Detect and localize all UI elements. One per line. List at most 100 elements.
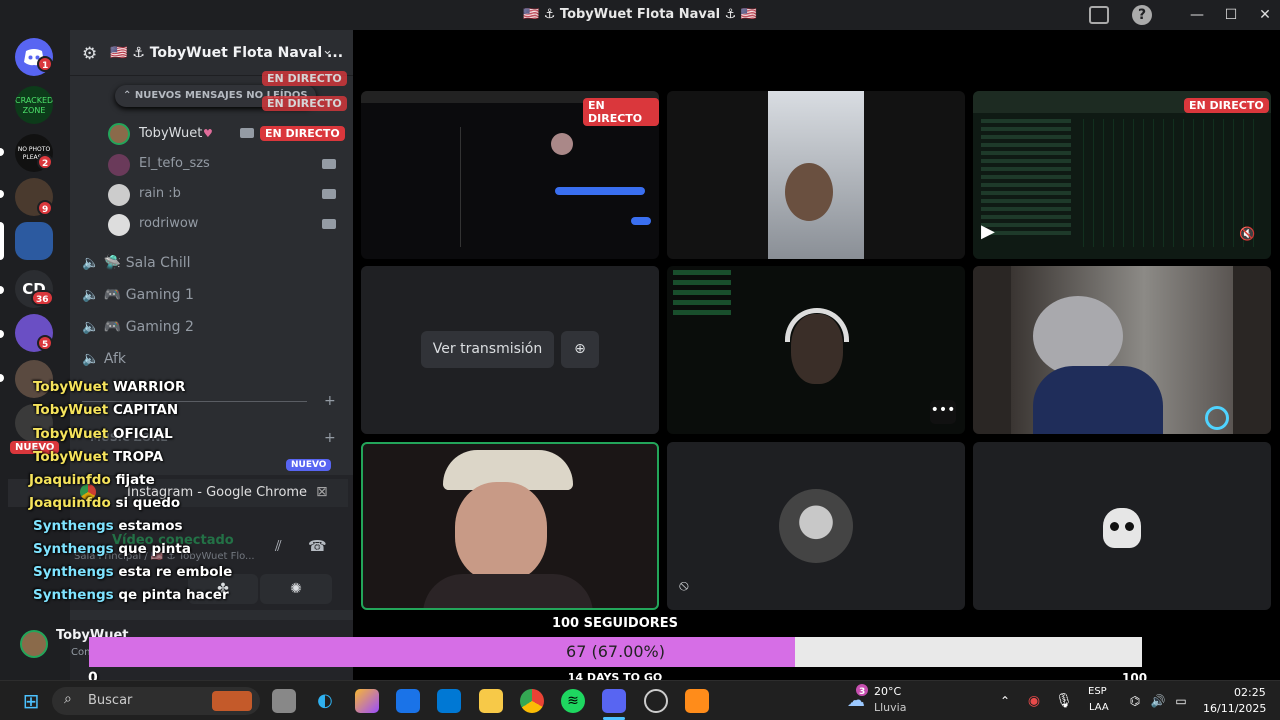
video-tile-camera-2[interactable] — [667, 91, 965, 259]
pip-close-icon[interactable]: ⊠ — [316, 484, 328, 500]
file-explorer-icon[interactable] — [479, 689, 503, 713]
obs-icon[interactable] — [644, 689, 668, 713]
gear-icon[interactable]: ⚙ — [82, 44, 97, 64]
maximize-button[interactable]: ☐ — [1220, 4, 1242, 26]
voice-member-name[interactable]: TobyWuet — [139, 122, 202, 146]
inbox-icon[interactable] — [1089, 6, 1109, 24]
chat-user: TobyWuet — [33, 379, 109, 395]
server-name: 🇺🇸 ⚓ TobyWuet Flota Naval ... — [110, 45, 344, 61]
mute-icon[interactable]: 🔇 — [1239, 227, 1255, 242]
unread-pill — [0, 190, 4, 198]
store-icon[interactable] — [437, 689, 461, 713]
skull-eye — [1110, 522, 1119, 531]
unread-pill — [0, 330, 4, 338]
camera-off-icon: ⦸ — [679, 576, 689, 594]
chevron-down-icon[interactable]: ⌄ — [322, 43, 333, 58]
guild-cracked-zone[interactable]: CRACKED ZONE — [15, 86, 53, 124]
help-icon[interactable]: ? — [1132, 5, 1152, 25]
chat-line: TobyWuet TROPA — [33, 449, 163, 465]
watch-stream-button[interactable]: Ver transmisión — [421, 331, 554, 368]
server-header[interactable]: ⚙ 🇺🇸 ⚓ TobyWuet Flota Naval ... ⌄ — [70, 30, 353, 76]
watch-add-button[interactable]: ⊕ — [561, 331, 599, 368]
chat-line: Synthengs que pinta — [33, 541, 191, 557]
fl-studio-icon[interactable] — [685, 689, 709, 713]
chrome-icon[interactable] — [520, 689, 544, 713]
video-tile-avatar-9[interactable] — [973, 442, 1271, 610]
video-icon — [322, 159, 336, 169]
search-highlight-icon — [212, 691, 252, 711]
avatar[interactable] — [20, 630, 48, 658]
play-icon[interactable]: ▶ — [981, 221, 995, 242]
skull-icon — [1103, 508, 1141, 548]
video-tile-hidden-stream[interactable]: Ver transmisión ⊕ — [361, 266, 659, 434]
voice-member-name[interactable]: rodriwow — [139, 212, 198, 236]
video-tile-stream-3[interactable]: EN DIRECTO ▶ 🔇 — [973, 91, 1271, 259]
weather-desc: Lluvia — [874, 701, 907, 714]
title-bar: 🇺🇸 ⚓ TobyWuet Flota Naval ⚓ 🇺🇸 ? — ☐ ✕ — [0, 0, 1280, 30]
voice-channel-afk[interactable]: 🔈 Afk — [82, 347, 126, 371]
plus-icon[interactable]: + — [324, 430, 336, 446]
channel-label: Afk — [103, 351, 127, 367]
windows-start-icon[interactable]: ⊞ — [19, 689, 43, 713]
language-code[interactable]: ESP — [1088, 686, 1107, 697]
video-tile-avatar-8[interactable]: ⦸ — [667, 442, 965, 610]
speaker-icon: 🔈 — [82, 255, 104, 271]
keyboard-layout[interactable]: LAA — [1089, 702, 1109, 713]
minimize-button[interactable]: — — [1186, 4, 1208, 26]
clock-time[interactable]: 02:25 — [1234, 686, 1266, 699]
chat-line: Joaquinfdo si quedo — [29, 495, 180, 511]
soundboard-button[interactable]: ✺ — [260, 574, 332, 604]
chat-user: Joaquinfdo — [29, 495, 111, 511]
clock-date[interactable]: 16/11/2025 — [1203, 702, 1266, 715]
microphone-icon[interactable]: 🎙 — [1052, 689, 1076, 713]
voice-channel-sala-chill[interactable]: 🔈 🛸 Sala Chill — [82, 251, 190, 275]
edge-icon[interactable]: ◐ — [313, 689, 337, 713]
outlook-icon[interactable] — [396, 689, 420, 713]
chat-user: Synthengs — [33, 541, 114, 557]
video-tile-self-camera[interactable] — [361, 442, 659, 610]
search-placeholder: Buscar — [88, 693, 133, 708]
chat-user: Joaquinfdo — [29, 472, 111, 488]
video-tile-camera-6[interactable] — [973, 266, 1271, 434]
voice-member-name[interactable]: El_tefo_szs — [139, 152, 210, 176]
voice-channel-gaming-2[interactable]: 🔈 🎮 Gaming 2 — [82, 315, 194, 339]
unread-pill — [0, 148, 4, 156]
battery-icon[interactable]: ▭ — [1169, 689, 1193, 713]
disconnect-icon[interactable]: ☎ — [308, 537, 327, 555]
chat-message: si quedo — [115, 495, 181, 511]
avatar — [108, 123, 130, 145]
chevron-up-icon[interactable]: ⌃ — [993, 689, 1017, 713]
volume-icon[interactable]: 🔊 — [1146, 689, 1170, 713]
video-tile-stream-1[interactable]: EN DIRECTO — [361, 91, 659, 259]
copilot-icon[interactable] — [355, 689, 379, 713]
voice-member-name[interactable]: rain :b — [139, 182, 181, 206]
voice-channel-gaming-1[interactable]: 🔈 🎮 Gaming 1 — [82, 283, 194, 307]
chat-line: TobyWuet CAPITAN — [33, 402, 178, 418]
video-tile-camera-5[interactable]: ••• — [667, 266, 965, 434]
tray-app-icon[interactable]: ◉ — [1022, 689, 1046, 713]
noise-suppression-icon[interactable]: ⫽ — [275, 537, 282, 555]
network-icon[interactable]: ⌬ — [1123, 689, 1147, 713]
plus-icon[interactable]: + — [324, 393, 336, 409]
channel-label: Sala Chill — [125, 255, 191, 271]
message-bubble — [631, 217, 651, 225]
video-icon — [240, 128, 254, 138]
unread-pill — [0, 374, 4, 382]
chat-line: Joaquinfdo fijate — [29, 472, 155, 488]
chat-line: Synthengs qe pinta hacer — [33, 587, 229, 603]
task-view-icon[interactable] — [272, 689, 296, 713]
discord-icon[interactable] — [602, 689, 626, 713]
unread-badge: 36 — [31, 290, 54, 306]
avatar — [108, 214, 130, 236]
search-box[interactable]: ⌕ Buscar — [52, 687, 260, 715]
channel-label: Gaming 1 — [125, 287, 194, 303]
live-badge: EN DIRECTO — [262, 96, 347, 111]
unread-badge: 5 — [37, 335, 54, 351]
spotify-icon[interactable]: ≋ — [561, 689, 585, 713]
close-button[interactable]: ✕ — [1254, 4, 1276, 26]
unread-badge: 9 — [37, 200, 54, 216]
person-silhouette — [455, 482, 547, 582]
more-options-icon[interactable]: ••• — [930, 400, 956, 424]
guild-server-5[interactable] — [15, 222, 53, 260]
unread-pill — [0, 286, 4, 294]
